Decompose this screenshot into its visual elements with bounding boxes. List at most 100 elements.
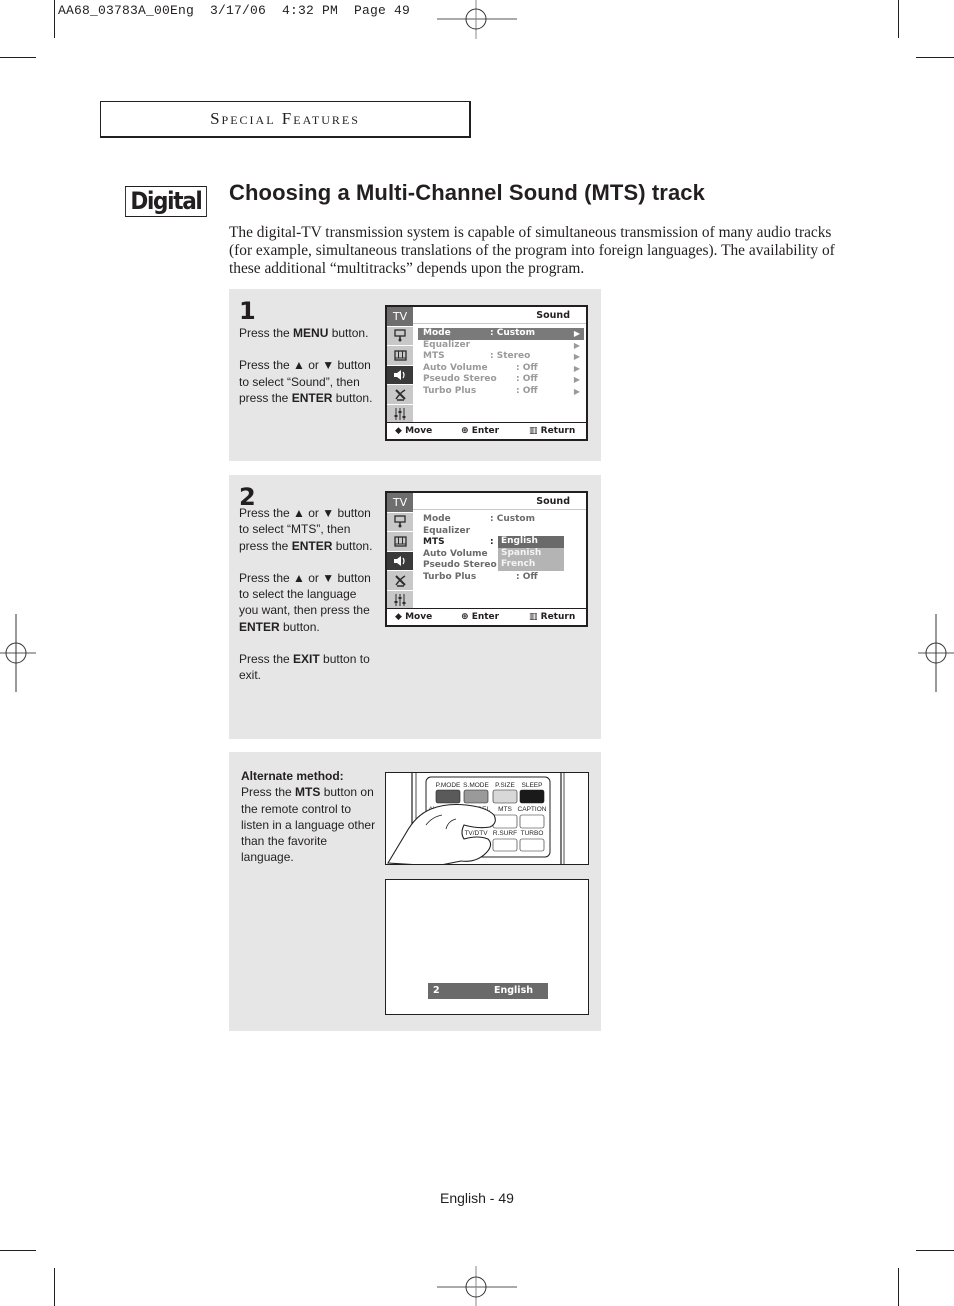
submenu-arrow-icon: ▶ [573,352,580,361]
menu-item-label: Pseudo Stereo [423,374,497,384]
language-option[interactable]: Spanish [498,548,564,560]
picture-icon [387,327,413,346]
text-run: Press the [239,652,294,667]
move-hint: ◆ Move [395,612,433,622]
osd-menu-list: Mode: Custom ▶ Equalizer ▶ MTS : Stereo ▶ Auto … [418,328,584,397]
crop-mark [54,1268,55,1306]
button-name: MENU [293,326,329,340]
tv-screen-preview: 2 English [385,879,589,1015]
menu-item-value: : Custom [490,514,535,524]
step-number: 1 [239,297,256,325]
intro-paragraph: The digital-TV transmission system is ca… [229,224,835,277]
crop-mark [0,57,36,58]
enter-hint: ⊕ Enter [461,612,500,622]
osd-sound-menu: TV Sound Mode: Custom ▶ Equalizer ▶ MTS : Ste… [385,305,588,441]
osd-sidebar: TV [387,493,413,610]
remote-label: CAPTION [518,806,547,813]
text-run: Press the ▲ or ▼ button to select the la… [239,570,371,618]
menu-item-label: Turbo Plus [423,385,477,396]
menu-item-label: Mode [423,514,451,524]
instruction-paragraph: Press the EXIT button to exit. [239,651,379,684]
text-run: button. [279,619,320,634]
alternate-method-text: Alternate method: Press the MTS button o… [241,768,381,866]
osd-header-title: Sound [536,310,570,321]
submenu-arrow-icon: ▶ [573,340,580,350]
remote-label: S.MODE [463,782,489,789]
remote-label: TV/DTV [464,830,488,837]
menu-item-label: Auto Volume [423,362,488,373]
menu-item-value: : Off [516,374,538,384]
button-name: MTS [295,785,321,800]
audio-language: English [494,985,533,996]
instruction-paragraph: Press the ▲ or ▼ button to select “MTS”,… [239,505,379,554]
digital-badge: Digital [125,186,207,217]
setup-icon [387,385,413,405]
picture-icon [387,513,413,532]
remote-drawing: P.MODE S.MODE P.SIZE SLEEP AUTO PROG ADD… [387,773,565,864]
remote-control-illustration: P.MODE S.MODE P.SIZE SLEEP AUTO PROG ADD… [385,772,589,865]
submenu-arrow-icon: ▶ [573,375,580,384]
menu-item[interactable]: Mode: Custom ▶ [418,328,584,340]
registration-mark-bottom [437,1266,517,1306]
channel-number: 2 [433,985,440,996]
menu-item-value: : Stereo [490,351,531,361]
menu-item-value: : Off [516,571,538,582]
registration-mark-left [0,614,36,692]
crop-mark [898,0,899,38]
osd-mts-menu: TV Sound Mode: Custom Equalizer MTS: Auto … [385,491,588,627]
osd-footer: ◆ Move ⊕ Enter ▥ Return [387,608,586,625]
remote-label: P.MODE [436,782,461,789]
language-option[interactable]: English [498,536,564,548]
menu-item-value: : Off [516,385,538,396]
menu-item-label: Pseudo Stereo [423,560,497,570]
channel-icon [387,346,413,366]
menu-item-label: Auto Volume [423,548,488,559]
menu-item-label: MTS [423,537,445,547]
menu-item-label: MTS [423,351,445,361]
button-name: ENTER [291,390,333,405]
registration-mark-top [437,0,517,39]
osd-header: Sound [413,493,586,510]
crop-mark [898,1268,899,1306]
step-1-instructions: Press the MENU button. Press the ▲ or ▼ b… [239,325,379,422]
menu-item[interactable]: Pseudo Stereo : Off ▶ [418,374,584,386]
menu-item-label: Mode [423,328,451,338]
text-run: button. [332,390,373,405]
submenu-arrow-icon: ▶ [573,386,580,396]
button-name: ENTER [239,619,280,634]
button-name: ENTER [291,538,333,553]
step-2-instructions: Press the ▲ or ▼ button to select “MTS”,… [239,505,379,700]
menu-item-label: Turbo Plus [423,571,477,582]
menu-item-value: : Off [516,362,538,373]
crop-mark [54,0,55,38]
remote-label: MTS [498,806,512,813]
menu-item[interactable]: Equalizer ▶ [418,340,584,352]
crop-mark [0,1250,36,1251]
menu-item-value: : [490,537,494,547]
print-slug: AA68_03783A_00Eng 3/17/06 4:32 PM Page 4… [58,3,411,18]
tv-label: TV [387,307,413,327]
instruction-paragraph: Press the ▲ or ▼ button to select the la… [239,570,379,635]
mts-banner: 2 English [428,983,548,999]
menu-item[interactable]: Mode : Custom [418,514,584,526]
language-option[interactable]: French [498,559,564,571]
registration-mark-right [918,614,954,692]
mts-language-dropdown: English Spanish French [498,536,564,571]
menu-item-label: Equalizer [423,339,471,350]
instruction-paragraph: Press the ▲ or ▼ button to select “Sound… [239,357,379,406]
menu-item[interactable]: Turbo Plus : Off ▶ [418,386,584,398]
submenu-arrow-icon: ▶ [573,329,580,338]
button-name: EXIT [293,652,320,667]
alternate-heading: Alternate method: [241,769,344,783]
return-hint: ▥ Return [529,612,576,622]
menu-item[interactable]: MTS : Stereo ▶ [418,351,584,363]
menu-item[interactable]: Turbo Plus : Off [418,572,584,584]
osd-sidebar: TV [387,307,413,424]
page-number: English - 49 [440,1190,514,1206]
section-title: Special Features [210,109,360,128]
setup-icon [387,571,413,591]
menu-item[interactable]: Auto Volume: Off ▶ [418,363,584,375]
remote-label: TURBO [521,830,544,837]
text-run: button. [328,326,369,340]
osd-footer: ◆ Move ⊕ Enter ▥ Return [387,422,586,439]
